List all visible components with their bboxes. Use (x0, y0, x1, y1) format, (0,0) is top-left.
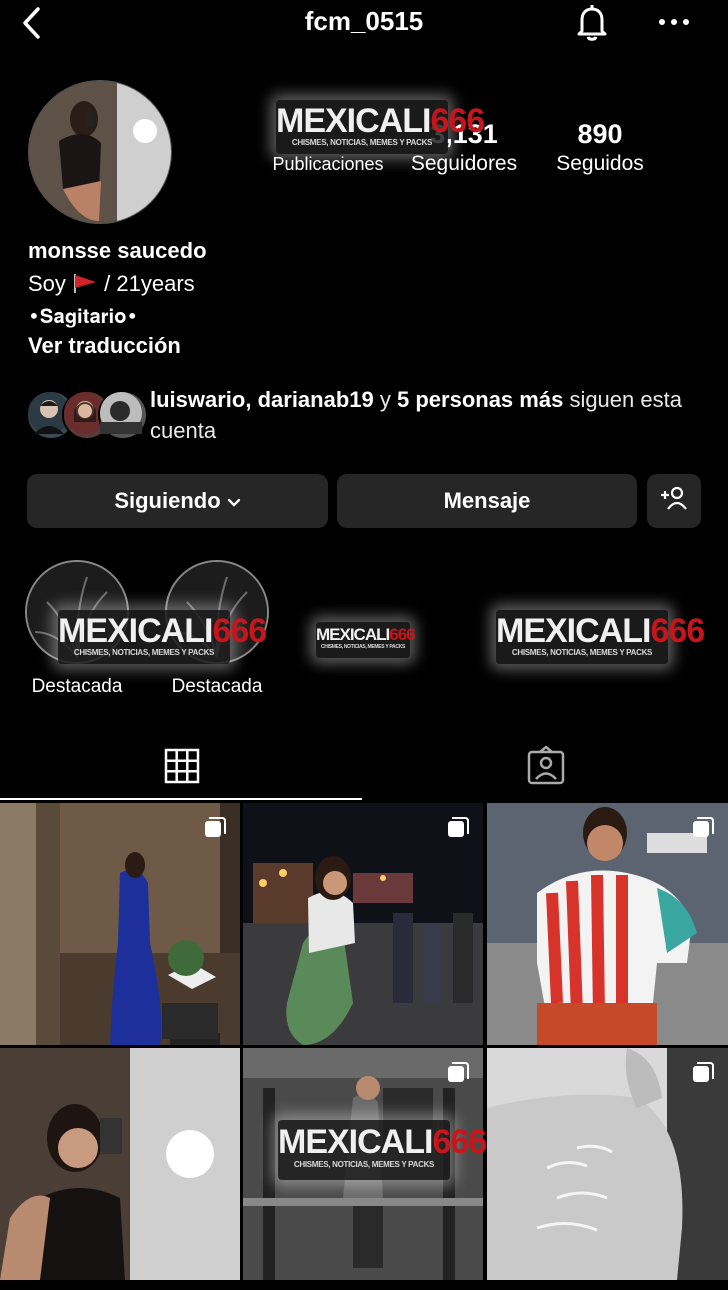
watermark-logo: MEXICALI666 CHISMES, NOTICIAS, MEMES Y P… (58, 610, 267, 664)
post-thumbnail[interactable] (487, 803, 728, 1045)
mutual-followers-text[interactable]: luiswario, darianab19 y 5 personas más s… (150, 384, 710, 446)
post-thumbnail[interactable] (0, 803, 240, 1045)
avatar (98, 390, 148, 440)
carousel-icon (204, 817, 226, 839)
followers-label: Seguidores (410, 152, 518, 175)
following-count: 890 (577, 119, 623, 149)
carousel-icon (447, 817, 469, 839)
carousel-icon (692, 817, 714, 839)
chevron-down-icon (227, 488, 241, 514)
post-thumbnail[interactable] (0, 1048, 240, 1290)
watermark-logo: MEXICALI666 CHISMES, NOTICIAS, MEMES Y P… (278, 1120, 487, 1180)
carousel-icon (447, 1062, 469, 1084)
following-label: Seguidos (556, 152, 644, 175)
tab-posts-grid[interactable] (0, 740, 362, 800)
watermark-logo: MEXICALI666 CHISMES, NOTICIAS, MEMES Y P… (276, 100, 485, 154)
add-user-icon (659, 485, 689, 517)
tagged-person-icon (526, 745, 566, 791)
red-flag-icon (72, 271, 104, 296)
profile-avatar[interactable] (28, 80, 172, 224)
more-horizontal-icon[interactable] (656, 6, 692, 36)
bio-line-2: •𝐒𝐚𝐠𝐢𝐭𝐚𝐫𝐢𝐨• (28, 304, 139, 328)
tab-tagged[interactable] (364, 740, 728, 800)
watermark-logo: MEXICALI666 CHISMES, NOTICIAS, MEMES Y P… (316, 622, 416, 658)
message-button-label: Mensaje (443, 488, 531, 513)
top-bar: fcm_0515 (0, 0, 728, 50)
bell-icon[interactable] (572, 2, 612, 42)
profile-display-name: monsse saucedo (28, 238, 207, 263)
grid-icon (164, 748, 200, 789)
translate-link[interactable]: Ver traducción (28, 333, 181, 359)
add-user-button[interactable] (647, 474, 701, 528)
stat-following[interactable]: 890 Seguidos (540, 118, 660, 178)
mutual-followers-avatars[interactable] (26, 390, 148, 440)
bio-line-1: Soy / 21years (28, 271, 195, 296)
watermark-logo: MEXICALI666 CHISMES, NOTICIAS, MEMES Y P… (496, 610, 705, 664)
following-button[interactable]: Siguiendo (27, 474, 328, 528)
posts-label: Publicaciones (272, 154, 384, 174)
post-thumbnail[interactable] (243, 803, 483, 1045)
message-button[interactable]: Mensaje (337, 474, 637, 528)
highlight-1-label: Destacada (31, 676, 123, 697)
carousel-icon (692, 1062, 714, 1084)
following-button-label: Siguiendo (114, 488, 221, 513)
highlight-2-label: Destacada (171, 676, 263, 697)
post-thumbnail[interactable] (487, 1048, 728, 1290)
profile-username: fcm_0515 (304, 6, 424, 36)
